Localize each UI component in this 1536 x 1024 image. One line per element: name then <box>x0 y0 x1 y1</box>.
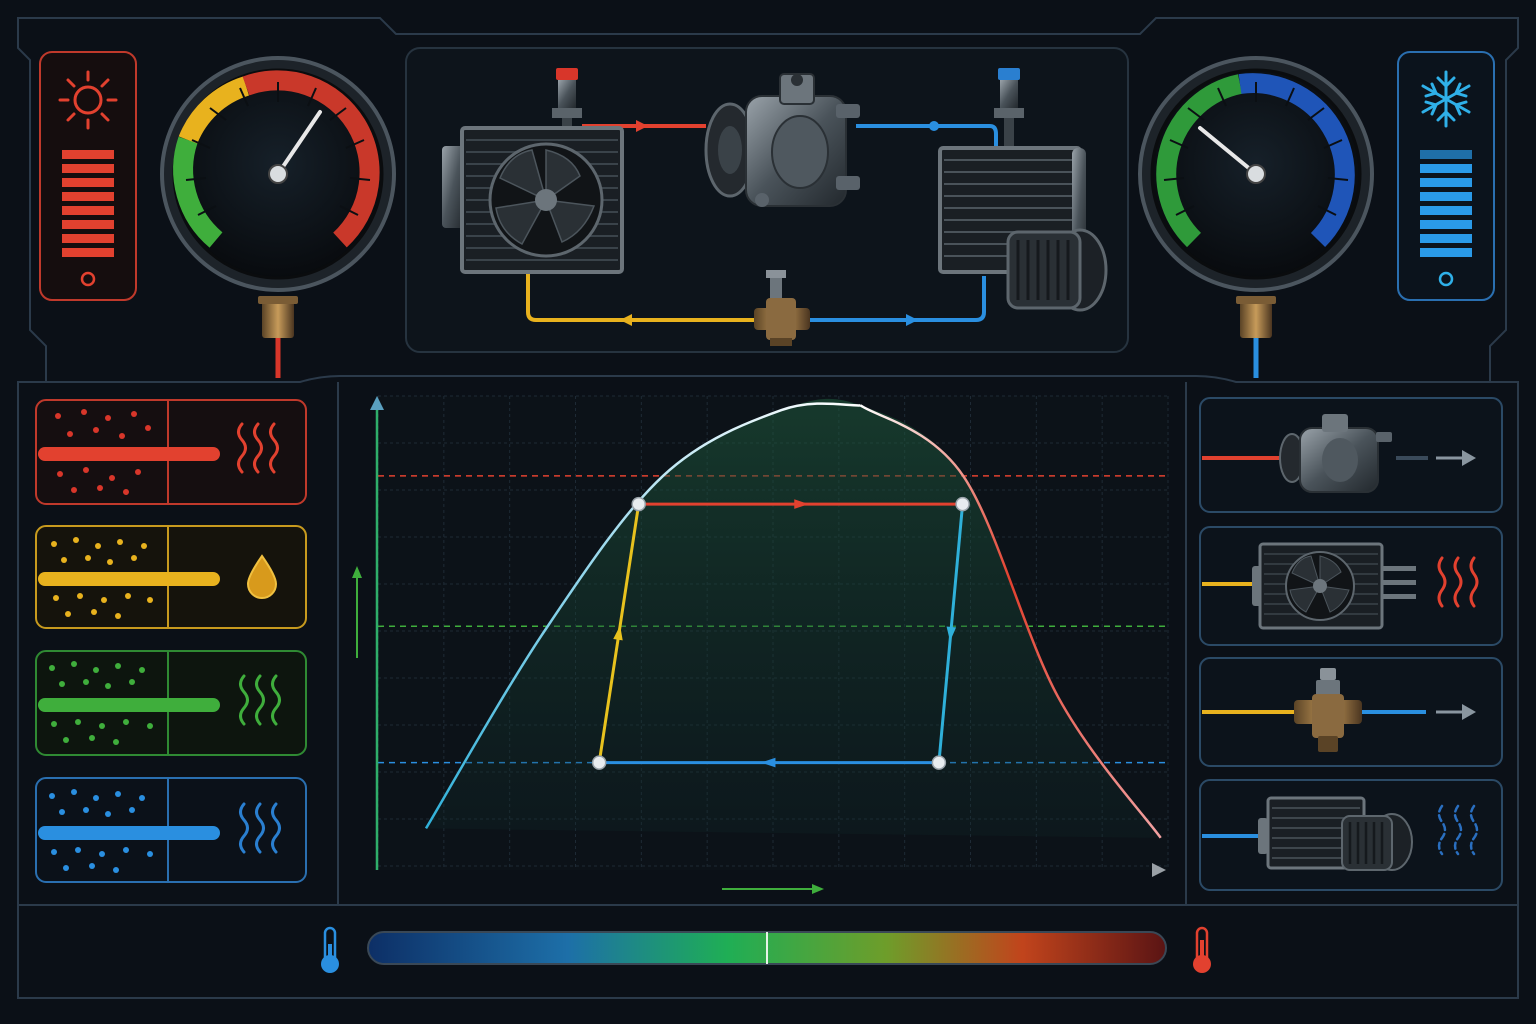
component-card-expansion-valve[interactable] <box>1199 657 1503 767</box>
thermometer-cold-icon <box>321 926 339 973</box>
condenser-icon <box>442 126 624 274</box>
low-pressure-gauge <box>1138 56 1374 378</box>
temperature-scale <box>321 926 1211 973</box>
refrigeration-cycle-dashboard <box>17 17 1519 999</box>
legend-row-hot-vapor <box>35 399 307 505</box>
legend-row-cold-vapor <box>35 777 307 883</box>
cycle-state-point <box>931 755 947 770</box>
cycle-chart <box>352 395 1169 894</box>
cycle-state-point <box>631 496 646 512</box>
x-axis-direction-arrow <box>722 884 824 894</box>
cycle-state-point <box>591 755 607 770</box>
component-card-evaporator[interactable] <box>1199 779 1503 891</box>
component-card-compressor[interactable] <box>1199 397 1503 513</box>
cold-indicator-panel <box>1397 51 1495 301</box>
cycle-state-point <box>955 496 970 512</box>
component-card-condenser[interactable] <box>1199 526 1503 646</box>
thermometer-hot-icon <box>1193 926 1211 973</box>
component-list <box>1199 397 1503 891</box>
state-legend <box>35 399 307 883</box>
blower-icon <box>1006 228 1108 312</box>
y-axis-direction-arrow <box>352 566 362 658</box>
legend-row-warm-liquid <box>35 525 307 629</box>
high-pressure-gauge <box>160 56 396 378</box>
hot-indicator-panel <box>39 51 137 301</box>
legend-row-mid-mixture <box>35 650 307 756</box>
blower-icon <box>1341 813 1413 871</box>
system-diagram <box>405 47 1129 353</box>
